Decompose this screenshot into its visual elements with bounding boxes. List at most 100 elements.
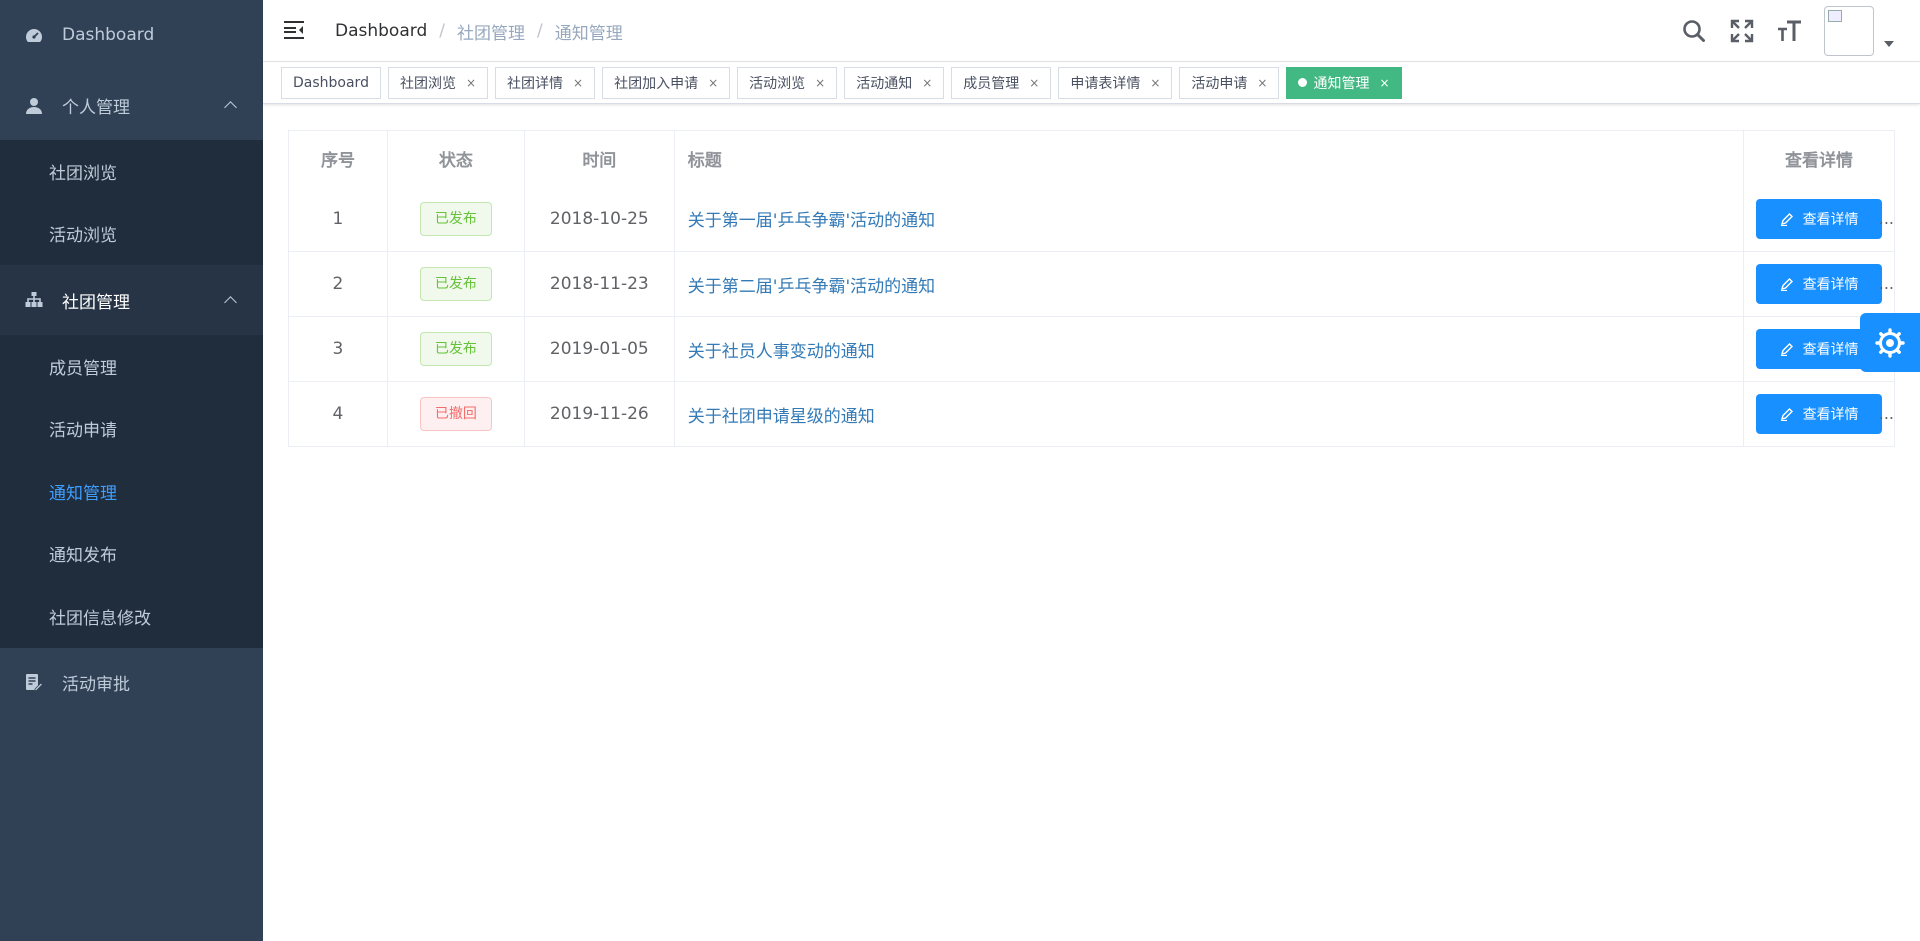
broken-image-icon xyxy=(1828,10,1842,22)
breadcrumb-separator: / xyxy=(536,21,543,41)
cell-time: 2018-11-23 xyxy=(523,251,675,317)
table-row: 2 已发布 2018-11-23 关于第二届'乒乓争霸'活动的通知 查看详情... xyxy=(288,251,1895,317)
active-dot-icon xyxy=(1298,78,1308,87)
table-header-row: 序号 状态 时间 标题 查看详情 xyxy=(288,130,1895,187)
cell-status: 已发布 xyxy=(386,186,525,252)
close-icon[interactable]: × xyxy=(1379,76,1389,90)
edit-pencil-icon xyxy=(1780,343,1793,356)
tag-6[interactable]: 成员管理 × xyxy=(951,66,1052,99)
close-icon[interactable]: × xyxy=(1029,76,1039,90)
sidebar: Dashboard 个人管理 社团浏览 活动浏览 社团管理 成员管理 活动申请 … xyxy=(0,0,263,941)
edit-pencil-icon xyxy=(1780,212,1793,226)
view-detail-label: 查看详情 xyxy=(1802,210,1859,227)
breadcrumb: Dashboard / 社团管理 / 通知管理 xyxy=(335,0,623,62)
font-size-icon[interactable] xyxy=(1766,0,1814,62)
cell-time: 2018-10-25 xyxy=(523,186,675,252)
sidebar-item-activity-browse[interactable]: 活动浏览 xyxy=(0,203,263,266)
close-icon[interactable]: × xyxy=(466,76,476,90)
table-row: 1 已发布 2018-10-25 关于第一届'乒乓争霸'活动的通知 查看详情... xyxy=(288,186,1895,252)
sidebar-item-club-browse[interactable]: 社团浏览 xyxy=(0,140,263,203)
navbar-right-menu xyxy=(1670,0,1920,62)
notice-title-link[interactable]: 关于第二届'乒乓争霸'活动的通知 xyxy=(688,277,935,297)
avatar xyxy=(1824,6,1874,56)
search-icon[interactable] xyxy=(1670,0,1718,62)
tag-8[interactable]: 活动申请 × xyxy=(1179,66,1280,99)
menu-group-club[interactable]: 社团管理 xyxy=(0,265,263,335)
cell-index: 2 xyxy=(288,251,388,317)
menu-item-label: Dashboard xyxy=(62,25,155,45)
cell-action: 查看详情... xyxy=(1743,381,1895,447)
column-header-time: 时间 xyxy=(523,130,675,187)
notice-title-link[interactable]: 关于社团申请星级的通知 xyxy=(688,407,875,427)
tag-9[interactable]: 通知管理 × xyxy=(1286,66,1402,99)
close-icon[interactable]: × xyxy=(708,76,718,90)
sidebar-item-notice-manage[interactable]: 通知管理 xyxy=(0,460,263,523)
tag-1[interactable]: 社团浏览 × xyxy=(387,66,489,99)
menu-group-label: 个人管理 xyxy=(62,97,130,118)
tag-label: 成员管理 xyxy=(963,75,1020,92)
tag-5[interactable]: 活动通知 × xyxy=(844,66,945,99)
fullscreen-icon[interactable] xyxy=(1718,0,1766,62)
sidebar-item-notice-publish[interactable]: 通知发布 xyxy=(0,523,263,586)
table-row: 4 已撤回 2019-11-26 关于社团申请星级的通知 查看详情... xyxy=(288,381,1895,447)
cell-status: 已撤回 xyxy=(386,381,525,447)
cell-time: 2019-01-05 xyxy=(523,316,675,382)
notice-title-link[interactable]: 关于第一届'乒乓争霸'活动的通知 xyxy=(688,211,935,231)
status-badge: 已撤回 xyxy=(419,397,492,431)
settings-button[interactable] xyxy=(1860,313,1920,372)
sidebar-item-activity-apply[interactable]: 活动申请 xyxy=(0,398,263,461)
status-badge: 已发布 xyxy=(419,201,492,236)
cell-status: 已发布 xyxy=(386,251,525,317)
cell-title: 关于社团申请星级的通知 xyxy=(673,381,1745,447)
cell-title: 关于社员人事变动的通知 xyxy=(673,316,1745,382)
breadcrumb-dashboard[interactable]: Dashboard xyxy=(335,21,427,41)
cell-status: 已发布 xyxy=(386,316,525,382)
notice-title-link[interactable]: 关于社员人事变动的通知 xyxy=(688,342,875,362)
view-detail-button[interactable]: 查看详情 xyxy=(1756,198,1883,239)
close-icon[interactable]: × xyxy=(1257,76,1267,90)
gear-icon xyxy=(1875,327,1905,358)
notice-table: 序号 状态 时间 标题 查看详情 1 已发布 2018-10-25 关于第一届'乒乓争… xyxy=(288,130,1895,447)
view-detail-label: 查看详情 xyxy=(1802,276,1859,292)
view-detail-button[interactable]: 查看详情 xyxy=(1756,394,1883,434)
breadcrumb-notice-manage: 通知管理 xyxy=(554,23,623,44)
tag-label: 活动浏览 xyxy=(749,75,806,92)
close-icon[interactable]: × xyxy=(573,76,583,90)
column-header-index: 序号 xyxy=(288,130,388,187)
document-edit-icon xyxy=(25,674,43,692)
cell-time: 2019-11-26 xyxy=(523,381,675,447)
menu-item-dashboard[interactable]: Dashboard xyxy=(0,0,263,70)
close-icon[interactable]: × xyxy=(1150,76,1160,90)
view-detail-label: 查看详情 xyxy=(1802,341,1859,357)
sidebar-item-members[interactable]: 成员管理 xyxy=(0,335,263,398)
menu-group-personal[interactable]: 个人管理 xyxy=(0,70,263,140)
tag-4[interactable]: 活动浏览 × xyxy=(737,66,838,99)
close-icon[interactable]: × xyxy=(815,76,825,90)
cell-index: 1 xyxy=(288,186,388,252)
dashboard-icon xyxy=(25,26,43,44)
tags-view: Dashboard 社团浏览 × 社团详情 × 社团加入申请 × 活动浏览 × 活动通知 × 成员管理… xyxy=(263,62,1920,104)
tag-label: 活动申请 xyxy=(1191,75,1248,92)
view-detail-button[interactable]: 查看详情 xyxy=(1756,264,1883,304)
tag-3[interactable]: 社团加入申请 × xyxy=(602,66,731,99)
overflow-ellipsis: ... xyxy=(1878,274,1894,293)
breadcrumb-club-manage[interactable]: 社团管理 xyxy=(457,19,525,44)
close-icon[interactable]: × xyxy=(922,76,932,90)
menu-item-approval[interactable]: 活动审批 xyxy=(0,648,263,718)
avatar-dropdown[interactable] xyxy=(1824,6,1894,56)
tag-7[interactable]: 申请表详情 × xyxy=(1058,66,1173,99)
tag-2[interactable]: 社团详情 × xyxy=(495,66,596,99)
tag-label: 社团加入申请 xyxy=(614,75,699,92)
tag-label: Dashboard xyxy=(293,74,369,91)
cell-index: 4 xyxy=(288,381,388,447)
menu-fold-icon[interactable] xyxy=(283,20,305,40)
tag-label: 通知管理 xyxy=(1313,75,1370,92)
overflow-ellipsis: ... xyxy=(1878,404,1894,423)
cell-action: 查看详情... xyxy=(1743,251,1895,317)
sidebar-item-club-info-edit[interactable]: 社团信息修改 xyxy=(0,585,263,648)
navbar: Dashboard / 社团管理 / 通知管理 xyxy=(263,0,1920,62)
overflow-ellipsis: ... xyxy=(1878,208,1894,228)
tag-0[interactable]: Dashboard xyxy=(281,66,381,99)
submenu-personal: 社团浏览 活动浏览 xyxy=(0,140,263,265)
status-badge: 已发布 xyxy=(419,332,492,366)
